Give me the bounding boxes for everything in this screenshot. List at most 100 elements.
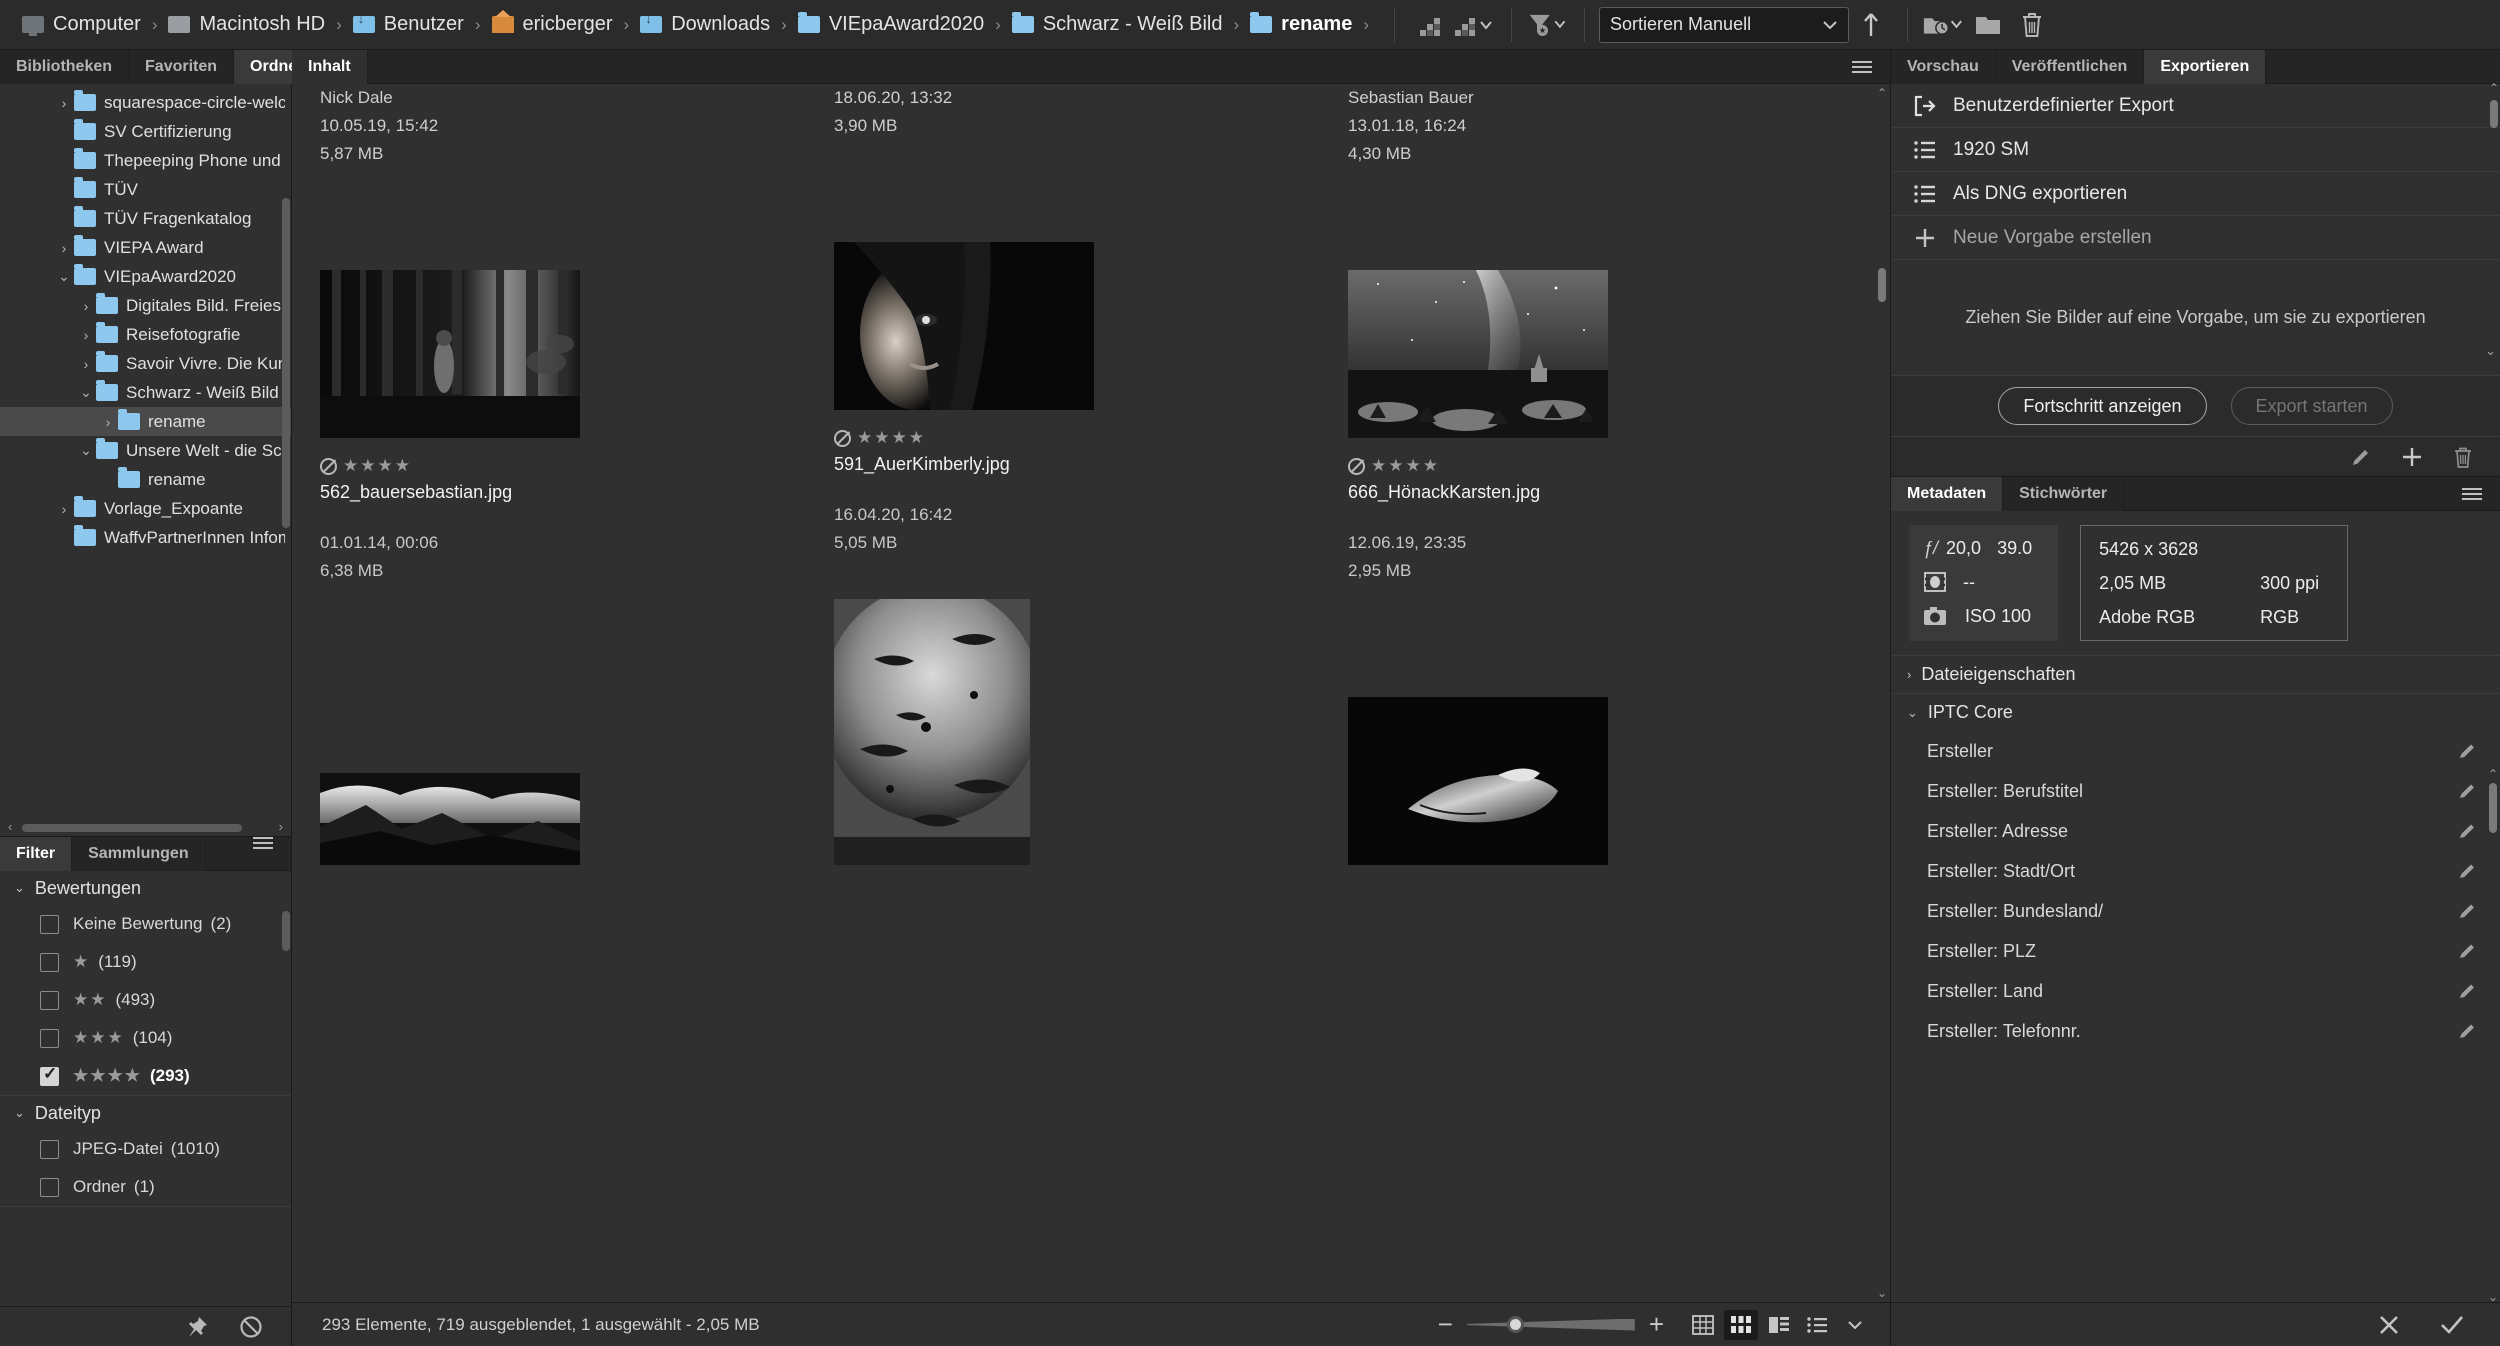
filter-checkbox[interactable] xyxy=(40,915,59,934)
tab-bibliotheken[interactable]: Bibliotheken xyxy=(0,50,129,84)
trash-icon[interactable] xyxy=(2010,6,2054,44)
rating-stars[interactable]: ★★★★ xyxy=(343,456,412,476)
folder-tree-item-squarespace-circle-welc[interactable]: ›squarespace-circle-welc xyxy=(0,88,291,117)
thumbnail-image-box[interactable] xyxy=(320,168,834,438)
trash-icon[interactable] xyxy=(2452,445,2474,469)
filter-checkbox[interactable] xyxy=(40,953,59,972)
breadcrumb-item-macintosh-hd[interactable]: Macintosh HD› xyxy=(168,0,352,50)
thumbnail-rating-row[interactable]: ★★★★ xyxy=(320,452,834,480)
pencil-icon[interactable] xyxy=(2458,821,2478,841)
twisty-icon[interactable]: › xyxy=(54,240,74,256)
thumbnail-cell[interactable] xyxy=(320,595,834,875)
chevron-down-icon[interactable]: ⌄ xyxy=(14,1105,25,1121)
metadata-field-ersteller-bundesland[interactable]: Ersteller: Bundesland/ xyxy=(1891,891,2500,931)
pencil-icon[interactable] xyxy=(2458,781,2478,801)
export-dropzone[interactable]: Ziehen Sie Bilder auf eine Vorgabe, um s… xyxy=(1891,260,2500,375)
tab-sammlungen[interactable]: Sammlungen xyxy=(72,837,205,871)
tab-filter[interactable]: Filter xyxy=(0,837,72,871)
export-scrollbar[interactable]: ⌃ xyxy=(2490,86,2498,258)
chevron-down-icon[interactable]: ⌄ xyxy=(2485,336,2496,365)
zoom-out-button[interactable]: − xyxy=(1438,1309,1453,1340)
folder-tree-hscrollbar[interactable]: ‹ › xyxy=(0,822,291,834)
filter-funnel-icon[interactable] xyxy=(1526,6,1570,44)
thumbnail-grid-area[interactable]: Nick Dale10.05.19, 15:425,87 MB★★★★562_b… xyxy=(292,84,1890,1302)
folder-tree-item-t-v[interactable]: TÜV xyxy=(0,175,291,204)
thumbnail-image[interactable] xyxy=(320,773,580,865)
filter-list[interactable]: ⌄BewertungenKeine Bewertung(2)★(119)★★(4… xyxy=(0,871,291,1306)
filter-row-stars-3[interactable]: ★★★(104) xyxy=(0,1019,291,1057)
metadata-section-iptc-core[interactable]: ⌄IPTC Core xyxy=(1891,693,2500,731)
details-view-icon[interactable] xyxy=(1762,1310,1796,1340)
pencil-icon[interactable] xyxy=(2458,981,2478,1001)
folder-tree-item-sv-certifizierung[interactable]: SV Certifizierung xyxy=(0,117,291,146)
twisty-icon[interactable]: › xyxy=(54,501,74,517)
clear-filter-icon[interactable] xyxy=(239,1315,263,1339)
thumbnail-cell[interactable]: Nick Dale10.05.19, 15:425,87 MB★★★★562_b… xyxy=(320,84,834,595)
folder-tree-item-unsere-welt-die-sch[interactable]: ⌄Unsere Welt - die Sch xyxy=(0,436,291,465)
metadata-field-ersteller[interactable]: Ersteller xyxy=(1891,731,2500,771)
breadcrumb-item-downloads[interactable]: Downloads› xyxy=(640,0,798,50)
tab-metadaten[interactable]: Metadaten xyxy=(1891,477,2003,511)
chevron-down-icon[interactable]: ⌄ xyxy=(14,880,25,896)
twisty-icon[interactable]: › xyxy=(98,414,118,430)
view-options-chevron-icon[interactable] xyxy=(1838,1310,1872,1340)
filter-checkbox[interactable] xyxy=(40,1029,59,1048)
section-twisty-icon[interactable]: ⌄ xyxy=(1907,705,1918,721)
filter-row-keine-bewertung[interactable]: Keine Bewertung(2) xyxy=(0,905,291,943)
thumbnail-cell[interactable]: 18.06.20, 13:323,90 MB★★★★591_AuerKimber… xyxy=(834,84,1348,595)
metadata-section-dateieigenschaften[interactable]: ›Dateieigenschaften xyxy=(1891,655,2500,693)
filter-row-stars-1[interactable]: ★(119) xyxy=(0,943,291,981)
tab-favoriten[interactable]: Favoriten xyxy=(129,50,234,84)
thumbnail-view-icon[interactable] xyxy=(1724,1310,1758,1340)
twisty-icon[interactable]: › xyxy=(76,298,96,314)
folder-tree-item-savoir-vivre-die-kuns[interactable]: ›Savoir Vivre. Die Kuns xyxy=(0,349,291,378)
filter-checkbox[interactable] xyxy=(40,1067,59,1086)
thumbnail-rating-row[interactable]: ★★★★ xyxy=(1348,452,1862,480)
metadata-field-ersteller-plz[interactable]: Ersteller: PLZ xyxy=(1891,931,2500,971)
thumbnail-image-box[interactable] xyxy=(1348,168,1862,438)
twisty-icon[interactable]: › xyxy=(76,356,96,372)
folder-tree-item-viepaaward2020[interactable]: ⌄VIEpaAward2020 xyxy=(0,262,291,291)
pencil-icon[interactable] xyxy=(2458,1021,2478,1041)
filter-scrollbar[interactable] xyxy=(282,875,290,1288)
close-x-icon[interactable] xyxy=(2376,1312,2402,1338)
thumbnail-image[interactable] xyxy=(1348,270,1608,438)
thumbnail-size-slider[interactable] xyxy=(1467,1316,1635,1334)
metadata-panel-menu-icon[interactable] xyxy=(2462,488,2482,500)
thumbnail-cell[interactable] xyxy=(1348,595,1862,875)
show-progress-button[interactable]: Fortschritt anzeigen xyxy=(1998,387,2206,425)
export-preset-benutzerdefinierter-export[interactable]: Benutzerdefinierter Export xyxy=(1891,84,2500,128)
folder-tree-item-reisefotografie[interactable]: ›Reisefotografie xyxy=(0,320,291,349)
twisty-icon[interactable]: ⌄ xyxy=(76,442,96,459)
rating-filter-icon[interactable] xyxy=(1409,6,1453,44)
plus-icon[interactable] xyxy=(2400,445,2424,469)
thumbnail-image[interactable] xyxy=(1348,697,1608,865)
filter-row-stars-4[interactable]: ★★★★(293) xyxy=(0,1057,291,1095)
export-preset-als-dng-exportieren[interactable]: Als DNG exportieren xyxy=(1891,172,2500,216)
filter-checkbox[interactable] xyxy=(40,1178,59,1197)
folder-tree-item-thepeeping-phone-und-s[interactable]: Thepeeping Phone und S xyxy=(0,146,291,175)
thumbnail-cell[interactable] xyxy=(834,595,1348,875)
pencil-icon[interactable] xyxy=(2458,741,2478,761)
rating-stars[interactable]: ★★★★ xyxy=(1371,456,1440,476)
thumbnail-image-box[interactable] xyxy=(834,140,1348,410)
filter-group-dateityp[interactable]: ⌄Dateityp xyxy=(0,1096,291,1130)
pencil-icon[interactable] xyxy=(2458,901,2478,921)
list-view-icon[interactable] xyxy=(1800,1310,1834,1340)
slider-handle[interactable] xyxy=(1507,1316,1524,1333)
rating-stars[interactable]: ★★★★ xyxy=(857,428,926,448)
tab-inhalt[interactable]: Inhalt xyxy=(292,50,368,84)
tab-vorschau[interactable]: Vorschau xyxy=(1891,50,1996,84)
checkmark-icon[interactable] xyxy=(2438,1312,2466,1338)
filter-panel-menu-icon[interactable] xyxy=(253,837,273,870)
filter-checkbox[interactable] xyxy=(40,1140,59,1159)
pencil-icon[interactable] xyxy=(2350,446,2372,468)
thumbnail-image[interactable] xyxy=(320,270,580,438)
breadcrumb-item-schwarz-wei-bild[interactable]: Schwarz - Weiß Bild› xyxy=(1012,0,1250,50)
breadcrumb-item-rename[interactable]: rename› xyxy=(1250,0,1380,50)
sort-dropdown[interactable]: Sortieren Manuell xyxy=(1599,7,1849,43)
metadata-field-ersteller-adresse[interactable]: Ersteller: Adresse xyxy=(1891,811,2500,851)
pencil-icon[interactable] xyxy=(2458,941,2478,961)
metadata-field-ersteller-berufstitel[interactable]: Ersteller: Berufstitel xyxy=(1891,771,2500,811)
folder-tree-item-digitales-bild-freies-t[interactable]: ›Digitales Bild. Freies T xyxy=(0,291,291,320)
